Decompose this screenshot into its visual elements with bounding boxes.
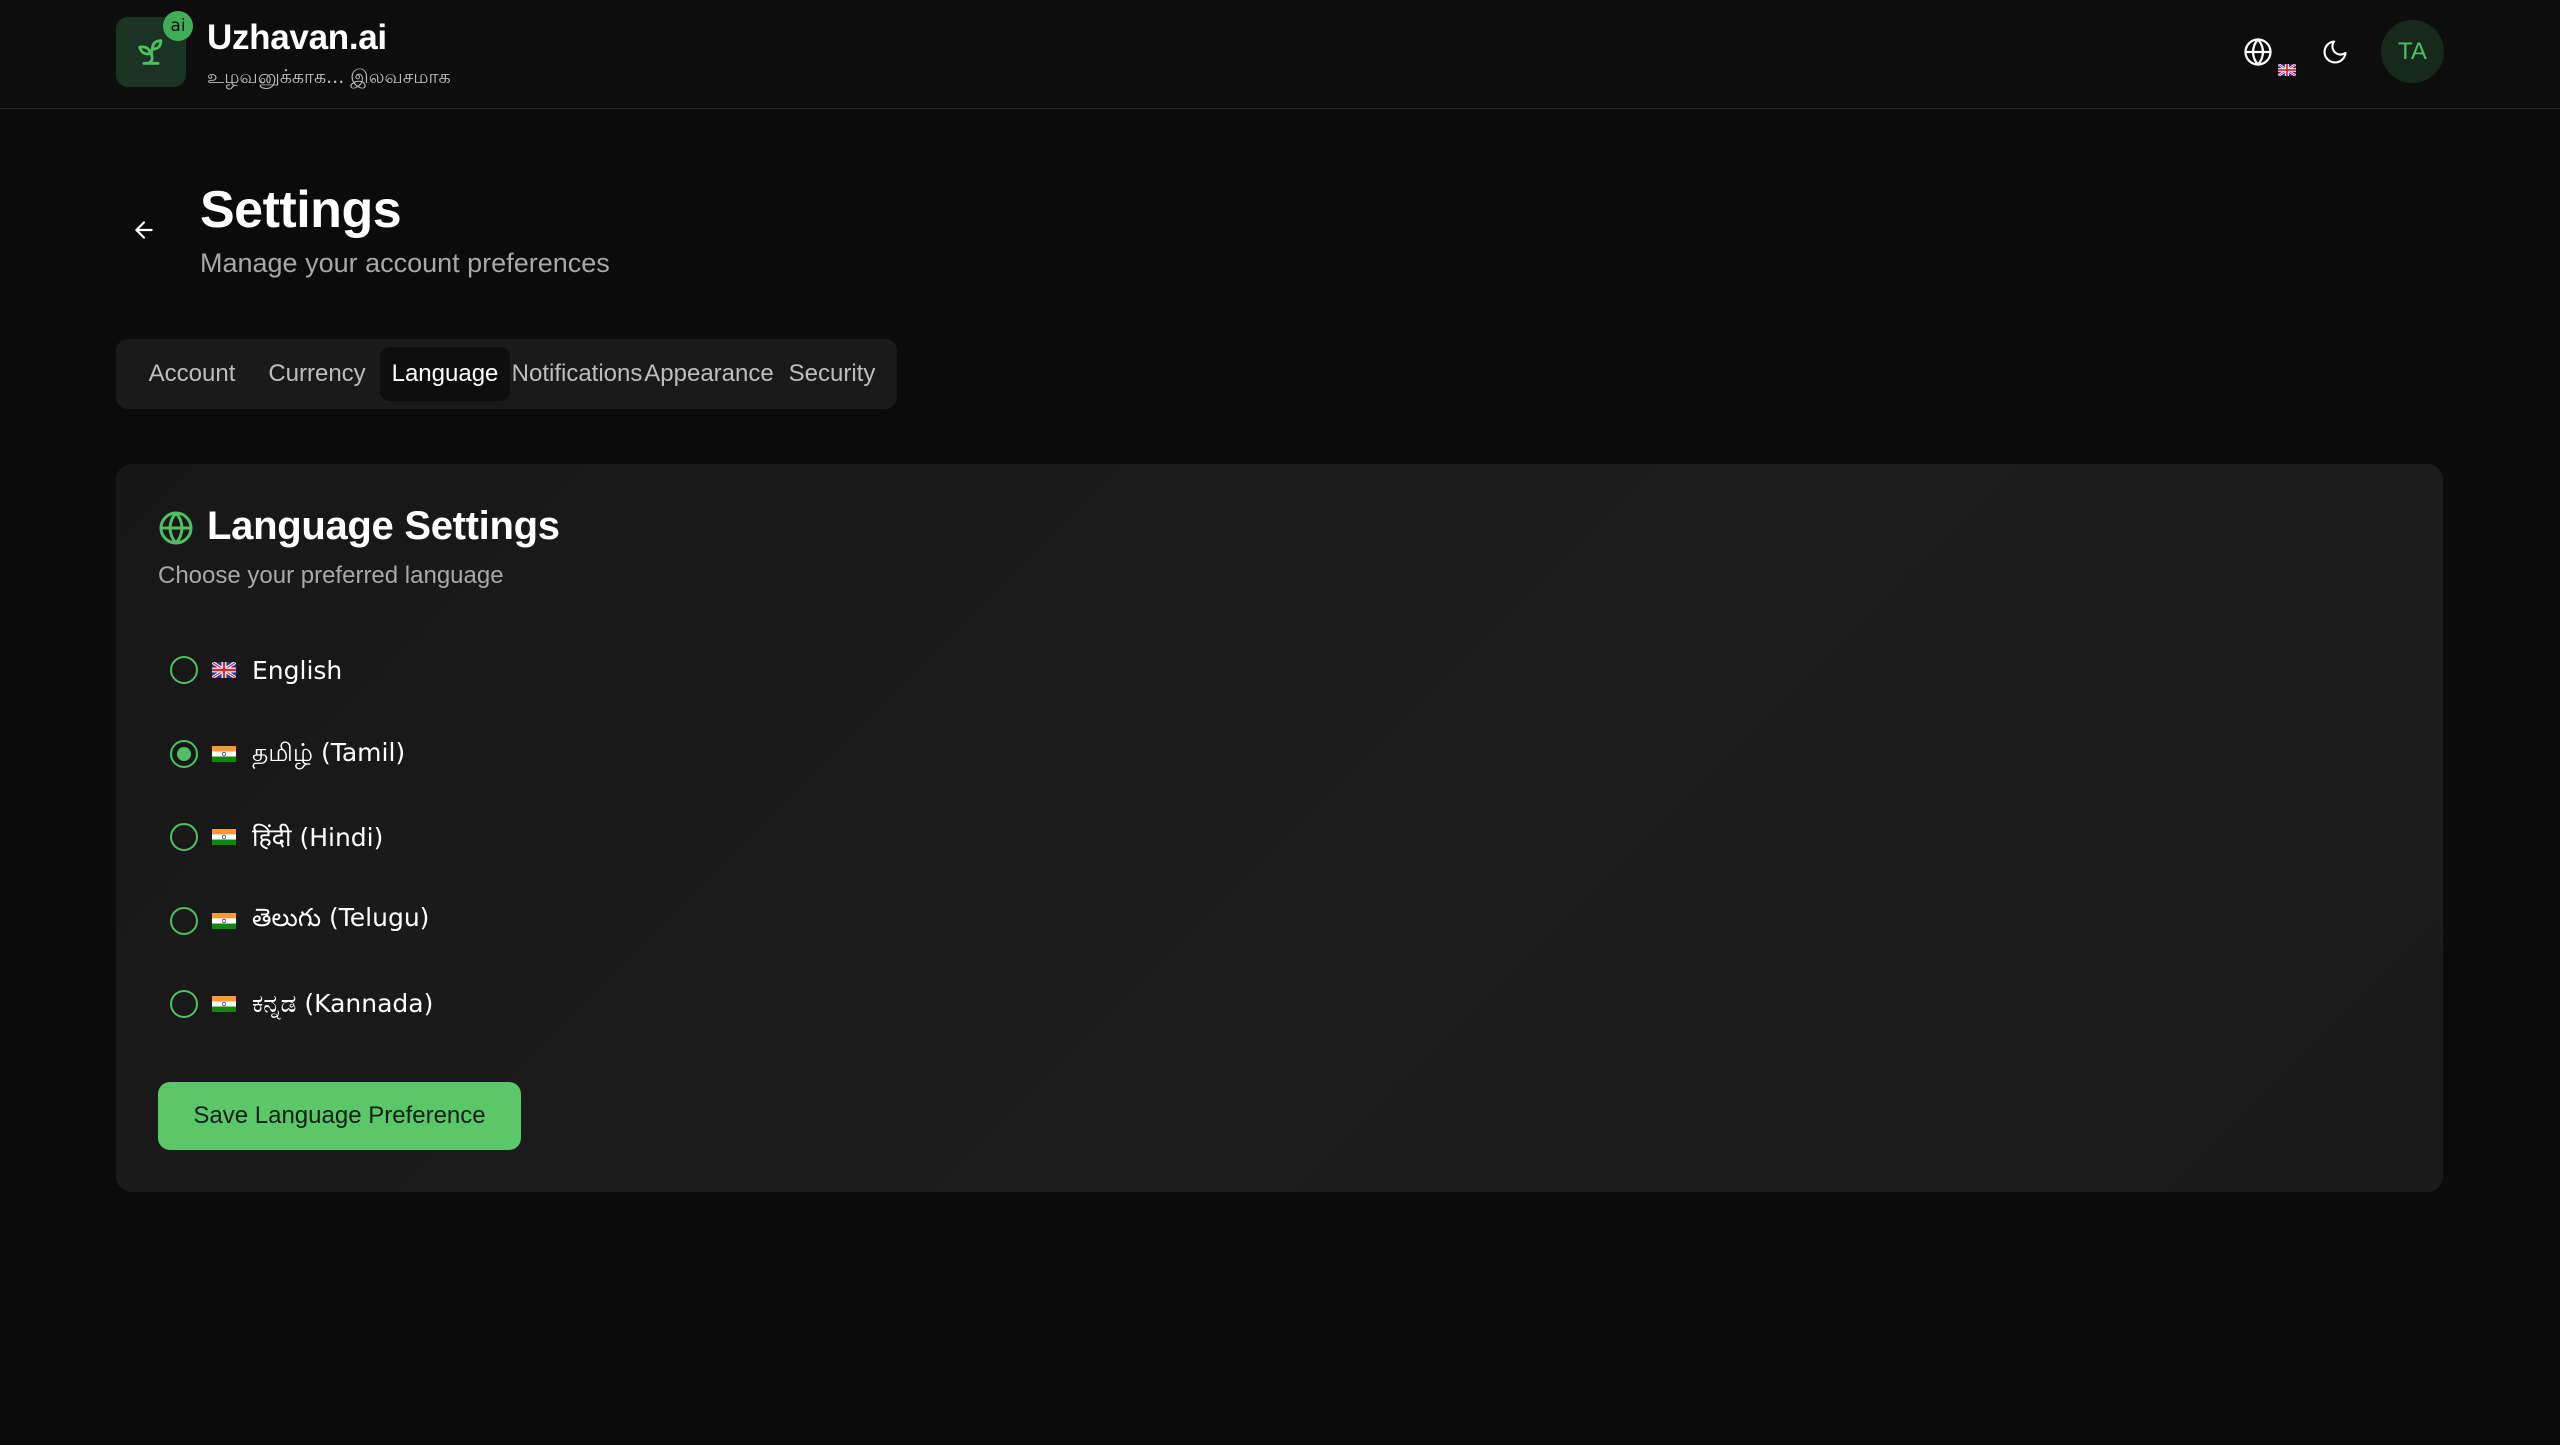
user-avatar[interactable]: TA xyxy=(2381,20,2444,83)
theme-toggle-button[interactable] xyxy=(2313,30,2357,74)
language-switcher-button[interactable] xyxy=(2236,30,2280,74)
language-label: తెలుగు (Telugu) xyxy=(252,903,430,932)
uk-flag-icon xyxy=(212,662,236,678)
save-language-button[interactable]: Save Language Preference xyxy=(158,1082,521,1150)
language-label: தமிழ் (Tamil) xyxy=(252,737,406,767)
card-subtitle: Choose your preferred language xyxy=(158,562,504,589)
language-option-hindi[interactable]: हिंदी (Hindi) xyxy=(170,817,383,857)
language-option-tamil[interactable]: தமிழ் (Tamil) xyxy=(170,734,405,774)
top-bar: ai Uzhavan.ai உழவனுக்காக... இலவசமாக TA xyxy=(0,0,2560,109)
language-settings-card: Language Settings Choose your preferred … xyxy=(116,464,2443,1192)
radio-hindi[interactable] xyxy=(170,823,198,851)
language-label: हिंदी (Hindi) xyxy=(252,823,384,852)
back-button[interactable] xyxy=(124,210,164,250)
tab-appearance[interactable]: Appearance xyxy=(634,347,784,401)
language-label: English xyxy=(252,655,343,685)
tab-language[interactable]: Language xyxy=(380,347,510,401)
brand-title: Uzhavan.ai xyxy=(207,18,387,57)
india-flag-icon xyxy=(212,746,236,762)
language-option-english[interactable]: English xyxy=(170,650,342,690)
moon-icon xyxy=(2323,40,2347,64)
language-label: ಕನ್ನಡ (Kannada) xyxy=(252,989,434,1018)
card-title: Language Settings xyxy=(207,504,560,548)
india-flag-icon xyxy=(212,996,236,1012)
radio-english[interactable] xyxy=(170,656,198,684)
tab-security[interactable]: Security xyxy=(780,347,884,401)
radio-telugu[interactable] xyxy=(170,907,198,935)
globe-icon xyxy=(159,511,193,545)
tab-notifications[interactable]: Notifications xyxy=(512,347,642,401)
language-option-telugu[interactable]: తెలుగు (Telugu) xyxy=(170,901,429,941)
language-option-kannada[interactable]: ಕನ್ನಡ (Kannada) xyxy=(170,984,433,1024)
tab-currency[interactable]: Currency xyxy=(262,347,372,401)
ai-badge: ai xyxy=(163,11,193,41)
arrow-left-icon xyxy=(135,221,153,239)
settings-tabs: Account Currency Language Notifications … xyxy=(116,339,897,409)
uk-flag-icon xyxy=(2278,64,2296,76)
page-subtitle: Manage your account preferences xyxy=(200,248,610,278)
brand-tagline: உழவனுக்காக... இலவசமாக xyxy=(207,66,451,88)
page-title: Settings xyxy=(200,181,402,239)
india-flag-icon xyxy=(212,913,236,929)
india-flag-icon xyxy=(212,829,236,845)
tab-account[interactable]: Account xyxy=(134,347,250,401)
radio-tamil[interactable] xyxy=(170,740,198,768)
globe-icon xyxy=(2244,38,2272,66)
sprout-icon xyxy=(138,39,163,65)
radio-kannada[interactable] xyxy=(170,990,198,1018)
